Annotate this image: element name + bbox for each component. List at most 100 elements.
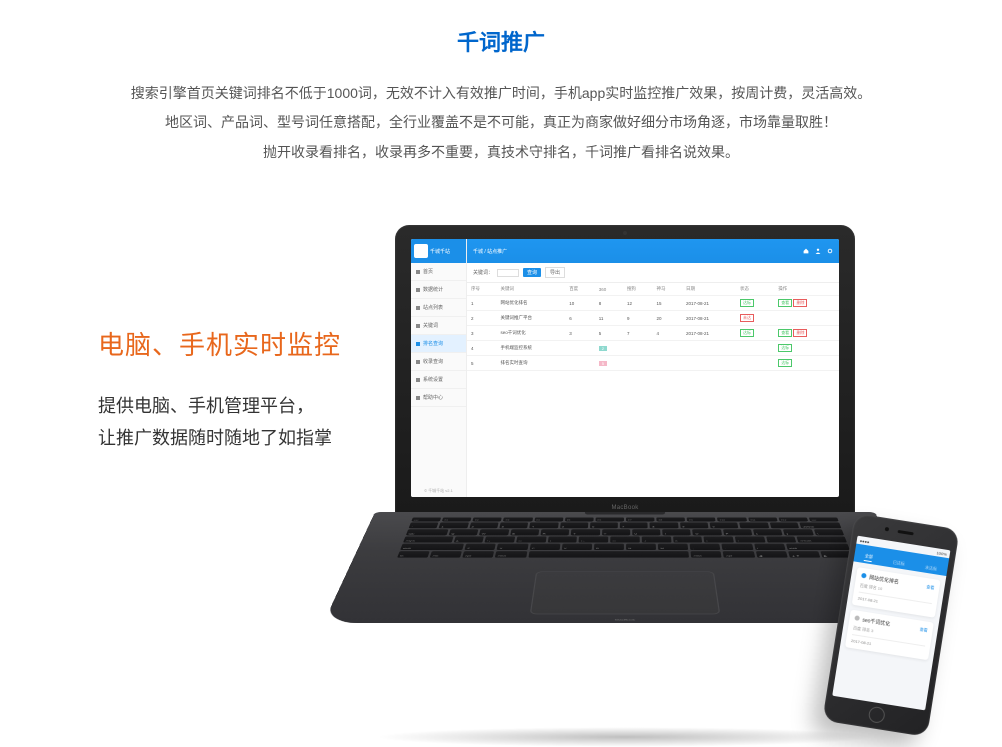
keyboard-key: . <box>722 544 753 550</box>
export-button: 导出 <box>545 267 565 278</box>
keyboard-key: delete <box>799 522 841 528</box>
keyboard-key: Q <box>449 529 479 535</box>
keyboard-key: Z <box>465 544 497 550</box>
menu-dot-icon <box>416 342 420 346</box>
laptop-mockup: 千城千站 首页数据统计站点列表关键词排名查询收录查询系统设置帮助中心 © 千城千… <box>375 225 875 722</box>
keyboard-key: ' <box>766 536 797 542</box>
keyboard-key: F2 <box>473 517 503 521</box>
keyboard-key: X <box>497 544 528 550</box>
home-button-icon <box>868 706 886 724</box>
rank-cell-pink: 5 <box>599 361 607 366</box>
keyboard-row: fnctrloptcmdcmdopt◀▲▼▶ <box>397 551 853 558</box>
topbar-icons <box>803 248 833 254</box>
keyboard-key: ] <box>783 529 813 535</box>
laptop-base: escF1F2F3F4F5F6F7F8F9F10F11F12pwr`123456… <box>323 512 927 623</box>
table-cell: 9 <box>623 311 653 326</box>
sidebar-item: 收录查询 <box>411 353 466 371</box>
table-cell: 排名实时查询 <box>497 356 566 371</box>
table-cell: 达标 <box>774 356 839 371</box>
laptop-camera-icon <box>623 231 627 235</box>
table-cell <box>623 356 653 371</box>
menu-dot-icon <box>416 270 420 274</box>
laptop-hinge <box>585 512 665 515</box>
table-cell: 4 <box>652 326 682 341</box>
gear-icon <box>827 248 833 254</box>
phone-card: 网站优化排名查看百度 排名 102017-08-21 <box>852 567 941 618</box>
keyboard-key: shift <box>786 544 850 550</box>
table-header-cell: 关键词 <box>497 283 566 296</box>
table-cell: 11 <box>595 311 623 326</box>
table-cell: 2017-08-21 <box>682 326 736 341</box>
table-cell: 2 <box>595 341 623 356</box>
keyboard-key: 7 <box>620 522 648 528</box>
logo-icon <box>414 244 428 258</box>
view-badge: 查看 <box>778 299 792 307</box>
keyboard-key: A <box>453 536 484 542</box>
delete-badge: 删除 <box>793 329 807 337</box>
table-header-cell: 状态 <box>736 283 774 296</box>
table-cell <box>736 341 774 356</box>
sidebar-item: 系统设置 <box>411 371 466 389</box>
laptop-bezel: 千城千站 首页数据统计站点列表关键词排名查询收录查询系统设置帮助中心 © 千城千… <box>395 225 855 515</box>
keyboard-key: esc <box>411 517 441 521</box>
keyboard: escF1F2F3F4F5F6F7F8F9F10F11F12pwr`123456… <box>397 517 853 557</box>
keyboard-key: caps <box>403 536 453 542</box>
menu-dot-icon <box>416 378 420 382</box>
table-header-cell: 日期 <box>682 283 736 296</box>
keyboard-row: escF1F2F3F4F5F6F7F8F9F10F11F12pwr <box>411 517 838 521</box>
table-header-cell: 搜狗 <box>623 283 653 296</box>
table-cell: 15 <box>652 296 682 311</box>
sidebar-item: 首页 <box>411 263 466 281</box>
keyboard-key: fn <box>397 551 430 558</box>
table-cell <box>652 356 682 371</box>
table-cell: 手机端监控系统 <box>497 341 566 356</box>
keyboard-key: G <box>579 536 608 542</box>
keyboard-key: T <box>571 529 600 535</box>
keyboard-key: I <box>662 529 691 535</box>
signal-icon: ●●●● <box>860 538 870 544</box>
table-cell: 2 <box>467 311 497 326</box>
keyboard-key: pwr <box>809 517 839 521</box>
app-topbar: 千城 / 站点推广 <box>467 239 839 263</box>
card-action: 查看 <box>919 626 928 633</box>
keyboard-key: F7 <box>626 517 655 521</box>
keyboard-key: R <box>540 529 569 535</box>
keyboard-key: O <box>693 529 722 535</box>
keyboard-key: return <box>797 536 847 542</box>
keyboard-key: S <box>485 536 516 542</box>
header-section: 千词推广 搜索引擎首页关键词排名不低于1000词，无效不计入有效推广时间，手机a… <box>0 0 1002 167</box>
phone-camera-icon <box>884 527 889 532</box>
keyboard-key: F12 <box>778 517 808 521</box>
table-cell: 达标 <box>736 296 774 311</box>
keyboard-key: , <box>690 544 721 550</box>
search-button: 查询 <box>523 268 541 277</box>
keyboard-key: = <box>769 522 799 528</box>
keyboard-row: capsASDFGHJKL;'return <box>403 536 847 542</box>
table-cell: 7 <box>623 326 653 341</box>
keyboard-key: P <box>723 529 753 535</box>
table-cell <box>774 311 839 326</box>
keyboard-row: shiftZXCVBNM,./shift <box>400 544 850 550</box>
keyboard-key: 0 <box>710 522 739 528</box>
app-logo: 千城千站 <box>411 239 466 263</box>
menu-dot-icon <box>416 324 420 328</box>
rank-cell-teal: 2 <box>599 346 607 351</box>
table-cell: 4 <box>467 341 497 356</box>
keyboard-key: E <box>510 529 539 535</box>
keyboard-key: F <box>548 536 578 542</box>
keyboard-key: \ <box>814 529 845 535</box>
table-cell: 20 <box>652 311 682 326</box>
keyboard-key: ; <box>735 536 766 542</box>
keyboard-key: F9 <box>687 517 716 521</box>
table-cell: 12 <box>623 296 653 311</box>
sidebar-item: 排名查询 <box>411 335 466 353</box>
app-sidebar: 千城千站 首页数据统计站点列表关键词排名查询收录查询系统设置帮助中心 © 千城千… <box>411 239 467 497</box>
table-header-row: 序号关键词百度360搜狗神马日期状态操作 <box>467 283 839 296</box>
table-header-cell: 序号 <box>467 283 497 296</box>
keyboard-key <box>528 551 689 558</box>
table-cell: 3 <box>467 326 497 341</box>
keyboard-key: - <box>740 522 769 528</box>
filter-input <box>497 269 519 277</box>
table-header-cell: 神马 <box>652 283 682 296</box>
table-cell <box>652 341 682 356</box>
